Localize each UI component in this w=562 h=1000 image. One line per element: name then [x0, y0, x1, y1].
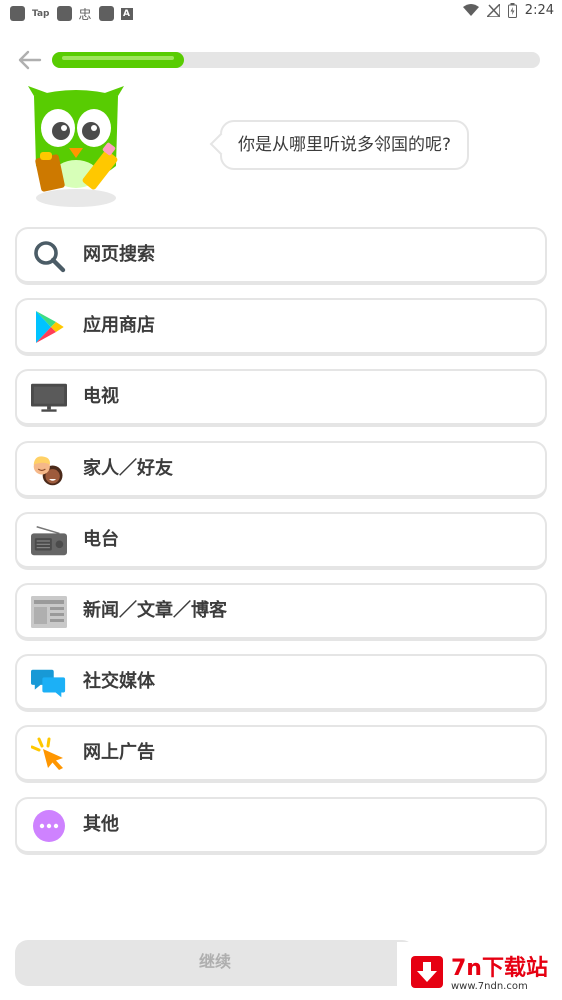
watermark: 7n下载站 www.7ndn.com [397, 942, 562, 1000]
question-text: 你是从哪里听说多邻国的呢? [238, 135, 452, 155]
progress-bar [52, 52, 540, 68]
app-glyph-icon: 忠 [78, 8, 92, 23]
option-label: 电台 [83, 528, 119, 550]
option-label: 其他 [83, 813, 119, 835]
watermark-url: www.7ndn.com [451, 981, 528, 992]
people-icon [31, 454, 67, 486]
status-bar-left: Tap 忠 A [10, 4, 133, 23]
option-app-store[interactable]: 应用商店 [15, 298, 547, 357]
option-label: 家人／好友 [83, 457, 173, 479]
option-label: 社交媒体 [83, 671, 155, 693]
notification-icon [56, 6, 72, 21]
wifi-icon [462, 4, 479, 16]
tap-app-icon: Tap [32, 8, 50, 19]
back-arrow-icon[interactable] [16, 48, 42, 72]
download-arrow-icon [411, 956, 443, 988]
more-icon [31, 809, 67, 842]
owl-mascot-icon [28, 86, 124, 207]
continue-button[interactable]: 继续 [15, 940, 415, 986]
option-online-ads[interactable]: 网上广告 [15, 725, 547, 784]
speech-bubble: 你是从哪里听说多邻国的呢? [209, 120, 470, 170]
option-label: 电视 [83, 386, 119, 408]
watermark-title: 7n下载站 [451, 956, 548, 981]
notification-icon [98, 6, 114, 21]
no-signal-icon [486, 4, 500, 17]
option-tv[interactable]: 电视 [15, 369, 547, 428]
a-app-icon: A [120, 7, 133, 20]
option-label: 应用商店 [83, 315, 155, 337]
option-other[interactable]: 其他 [15, 796, 547, 855]
clock: 2:24 [524, 3, 554, 18]
progress-shine [62, 56, 174, 60]
continue-button-label: 继续 [198, 954, 231, 971]
option-news-articles-blogs[interactable]: 新闻／文章／博客 [15, 582, 547, 641]
play-store-icon [31, 311, 67, 344]
option-radio[interactable]: 电台 [15, 511, 547, 570]
option-social-media[interactable]: 社交媒体 [15, 654, 547, 713]
option-web-search[interactable]: 网页搜索 [15, 227, 547, 285]
progress-fill [52, 52, 184, 68]
option-label: 网上广告 [83, 742, 155, 764]
status-bar: Tap 忠 A 2:24 [0, 0, 562, 24]
status-bar-right: 2:24 [462, 3, 554, 18]
battery-icon [507, 3, 517, 18]
option-family-friends[interactable]: 家人／好友 [15, 440, 547, 499]
speech-bubble-tail [209, 132, 233, 156]
radio-icon [31, 525, 67, 557]
newspaper-icon [31, 595, 67, 628]
answer-options: 网页搜索 应用商店 电视 家人／好友 电台 新闻／文章／博客 社交媒体 网上广告… [15, 227, 547, 868]
ad-cursor-icon [31, 737, 67, 771]
option-label: 网页搜索 [83, 244, 155, 265]
option-label: 新闻／文章／博客 [83, 599, 227, 621]
tv-icon [31, 382, 67, 414]
chat-bubbles-icon [31, 667, 67, 699]
notification-icon [10, 6, 25, 21]
magnifier-icon [31, 240, 67, 273]
